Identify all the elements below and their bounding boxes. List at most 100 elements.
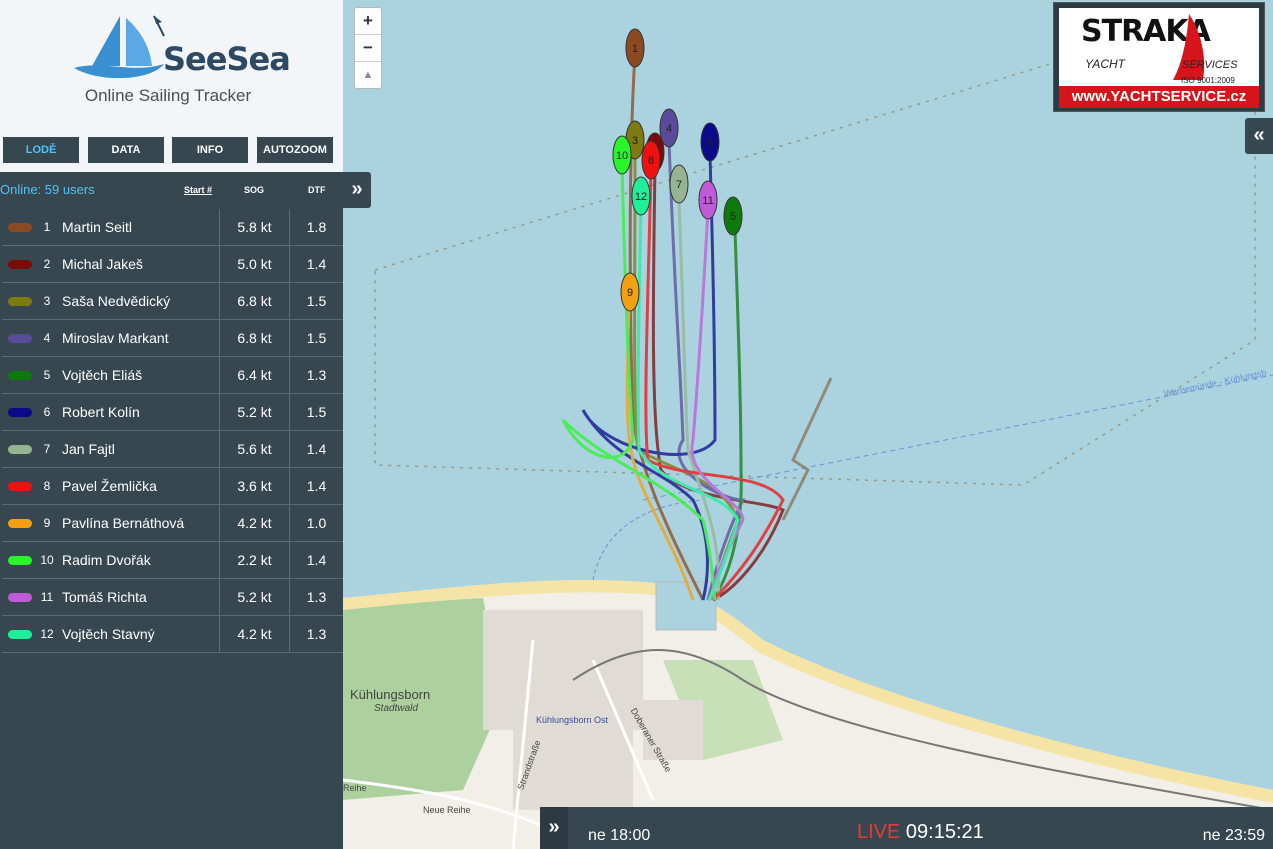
boat-dtf: 1.8 — [306, 219, 327, 235]
boat-row-3[interactable]: 3 Saša Nedvědický 6.8 kt 1.5 — [2, 283, 343, 320]
boat-info-cell: 12 Vojtěch Stavný — [2, 616, 220, 652]
zoom-out-button[interactable]: − — [355, 35, 381, 62]
timeline-toggle-button[interactable]: » — [540, 807, 568, 849]
nav-data-button[interactable]: DATA — [88, 137, 164, 163]
boat-row-9[interactable]: 9 Pavlína Bernáthová 4.2 kt 1.0 — [2, 505, 343, 542]
boat-start-number: 10 — [40, 553, 54, 567]
map-label-street-reihe: Reihe — [343, 783, 367, 793]
sponsor-iso-text: ISO 9001:2009 — [1181, 76, 1235, 85]
boat-dtf: 1.4 — [306, 256, 327, 272]
town-block — [483, 610, 643, 730]
boat-marker-10: 10 — [612, 135, 632, 175]
map-canvas[interactable]: 1 3 4 6 2 10 8 7 12 11 5 9 Kühlungsborn … — [343, 0, 1273, 849]
brand-header: SeeSea Online Sailing Tracker LODĚ DATA … — [0, 0, 343, 172]
boat-color-swatch — [8, 371, 32, 380]
boat-info-cell: 1 Martin Seitl — [2, 209, 220, 245]
boat-marker-7: 7 — [669, 164, 689, 204]
boat-row-11[interactable]: 11 Tomáš Richta 5.2 kt 1.3 — [2, 579, 343, 616]
svg-text:11: 11 — [702, 195, 713, 207]
zoom-in-button[interactable]: + — [355, 8, 381, 35]
boat-track-extra — [781, 377, 833, 521]
sponsor-logo: STRAKA YACHT SERVICES ISO 9001:2009 — [1059, 8, 1259, 86]
boat-color-swatch — [8, 445, 32, 454]
map-layer: 1 3 4 6 2 10 8 7 12 11 5 9 — [343, 28, 1273, 849]
boat-markers: 1 3 4 6 2 10 8 7 12 11 5 9 — [612, 28, 743, 312]
boat-dtf: 1.3 — [306, 626, 327, 642]
boat-row-1[interactable]: 1 Martin Seitl 5.8 kt 1.8 — [2, 209, 343, 246]
boat-skipper-name: Martin Seitl — [62, 219, 133, 235]
boat-info-cell: 2 Michal Jakeš — [2, 246, 220, 282]
boat-info-cell: 6 Robert Kolín — [2, 394, 220, 430]
boat-info-cell: 9 Pavlína Bernáthová — [2, 505, 220, 541]
compass-reset-icon[interactable]: ▲ — [355, 62, 381, 88]
svg-text:4: 4 — [666, 123, 672, 135]
svg-text:5: 5 — [730, 211, 736, 223]
svg-text:8: 8 — [648, 155, 654, 167]
boat-skipper-name: Pavel Žemlička — [62, 478, 157, 494]
sidebar: SeeSea Online Sailing Tracker LODĚ DATA … — [0, 0, 343, 849]
timeline-start-time: ne 18:00 — [588, 827, 651, 844]
nav-autozoom-button[interactable]: AUTOZOOM — [257, 137, 333, 163]
boat-color-swatch — [8, 630, 32, 639]
online-users-count: Online: 59 users — [0, 182, 95, 197]
boat-row-8[interactable]: 8 Pavel Žemlička 3.6 kt 1.4 — [2, 468, 343, 505]
svg-text:10: 10 — [616, 150, 628, 162]
sponsor-yacht-text: YACHT — [1085, 57, 1126, 71]
boat-marker-6: 6 — [700, 122, 720, 162]
boat-dtf: 1.4 — [306, 478, 327, 494]
sponsor-url[interactable]: www.YACHTSERVICE.cz — [1059, 86, 1259, 108]
timeline-end-time: ne 23:59 — [1202, 827, 1265, 844]
boat-row-4[interactable]: 4 Miroslav Markant 6.8 kt 1.5 — [2, 320, 343, 357]
boat-sog: 6.4 kt — [220, 357, 290, 393]
boat-sog: 4.2 kt — [220, 505, 290, 541]
boat-start-number: 2 — [43, 257, 51, 271]
boat-skipper-name: Vojtěch Stavný — [62, 626, 155, 642]
boat-skipper-name: Jan Fajtl — [62, 441, 115, 457]
boat-sog: 2.2 kt — [220, 542, 290, 578]
live-label: LIVE — [857, 821, 901, 843]
boat-skipper-name: Vojtěch Eliáš — [62, 367, 143, 383]
boat-dtf: 1.3 — [306, 367, 327, 383]
boat-row-6[interactable]: 6 Robert Kolín 5.2 kt 1.5 — [2, 394, 343, 431]
start-number-sort-link[interactable]: Start # — [184, 185, 212, 195]
timeline-bar[interactable]: » ne 18:00 LIVE 09:15:21 ne 23:59 — [540, 807, 1273, 849]
boat-sog: 5.6 kt — [220, 431, 290, 467]
boat-dtf: 1.4 — [306, 441, 327, 457]
sponsor-banner[interactable]: STRAKA YACHT SERVICES ISO 9001:2009 www.… — [1053, 2, 1265, 112]
boat-info-cell: 11 Tomáš Richta — [2, 579, 220, 615]
nav-lode-button[interactable]: LODĚ — [3, 137, 79, 163]
svg-text:9: 9 — [627, 287, 633, 299]
nav-info-button[interactable]: INFO — [172, 137, 248, 163]
boat-row-12[interactable]: 12 Vojtěch Stavný 4.2 kt 1.3 — [2, 616, 343, 653]
sponsor-services-text: SERVICES — [1182, 59, 1238, 71]
boat-skipper-name: Miroslav Markant — [62, 330, 169, 346]
timeline-live-indicator: LIVE 09:15:21 — [857, 821, 984, 844]
svg-text:1: 1 — [632, 43, 638, 55]
boat-marker-1: 1 — [625, 28, 645, 68]
dtf-header: DTF — [308, 185, 326, 195]
boat-info-cell: 4 Miroslav Markant — [2, 320, 220, 356]
boat-row-2[interactable]: 2 Michal Jakeš 5.0 kt 1.4 — [2, 246, 343, 283]
boat-dtf: 1.5 — [306, 330, 327, 346]
boat-row-5[interactable]: 5 Vojtěch Eliáš 6.4 kt 1.3 — [2, 357, 343, 394]
svg-text:12: 12 — [635, 191, 647, 203]
boat-sog: 4.2 kt — [220, 616, 290, 652]
app-subtitle: Online Sailing Tracker — [84, 86, 252, 105]
boat-row-7[interactable]: 7 Jan Fajtl 5.6 kt 1.4 — [2, 431, 343, 468]
boat-skipper-name: Michal Jakeš — [62, 256, 143, 272]
boat-skipper-name: Radim Dvořák — [62, 552, 151, 568]
svg-text:7: 7 — [676, 179, 682, 191]
map-label-street-neue-reihe: Neue Reihe — [423, 805, 471, 815]
boat-start-number: 4 — [43, 331, 51, 345]
boat-color-swatch — [8, 408, 32, 417]
boat-start-number: 1 — [43, 220, 51, 234]
harbour-basin — [655, 581, 717, 631]
boat-sog: 5.2 kt — [220, 579, 290, 615]
boat-color-swatch — [8, 334, 32, 343]
boat-skipper-name: Pavlína Bernáthová — [62, 515, 185, 531]
boat-row-10[interactable]: 10 Radim Dvořák 2.2 kt 1.4 — [2, 542, 343, 579]
expand-right-panel-button[interactable]: « — [1245, 118, 1273, 154]
boat-start-number: 3 — [43, 294, 51, 308]
boat-info-cell: 8 Pavel Žemlička — [2, 468, 220, 504]
boat-sog: 6.8 kt — [220, 283, 290, 319]
